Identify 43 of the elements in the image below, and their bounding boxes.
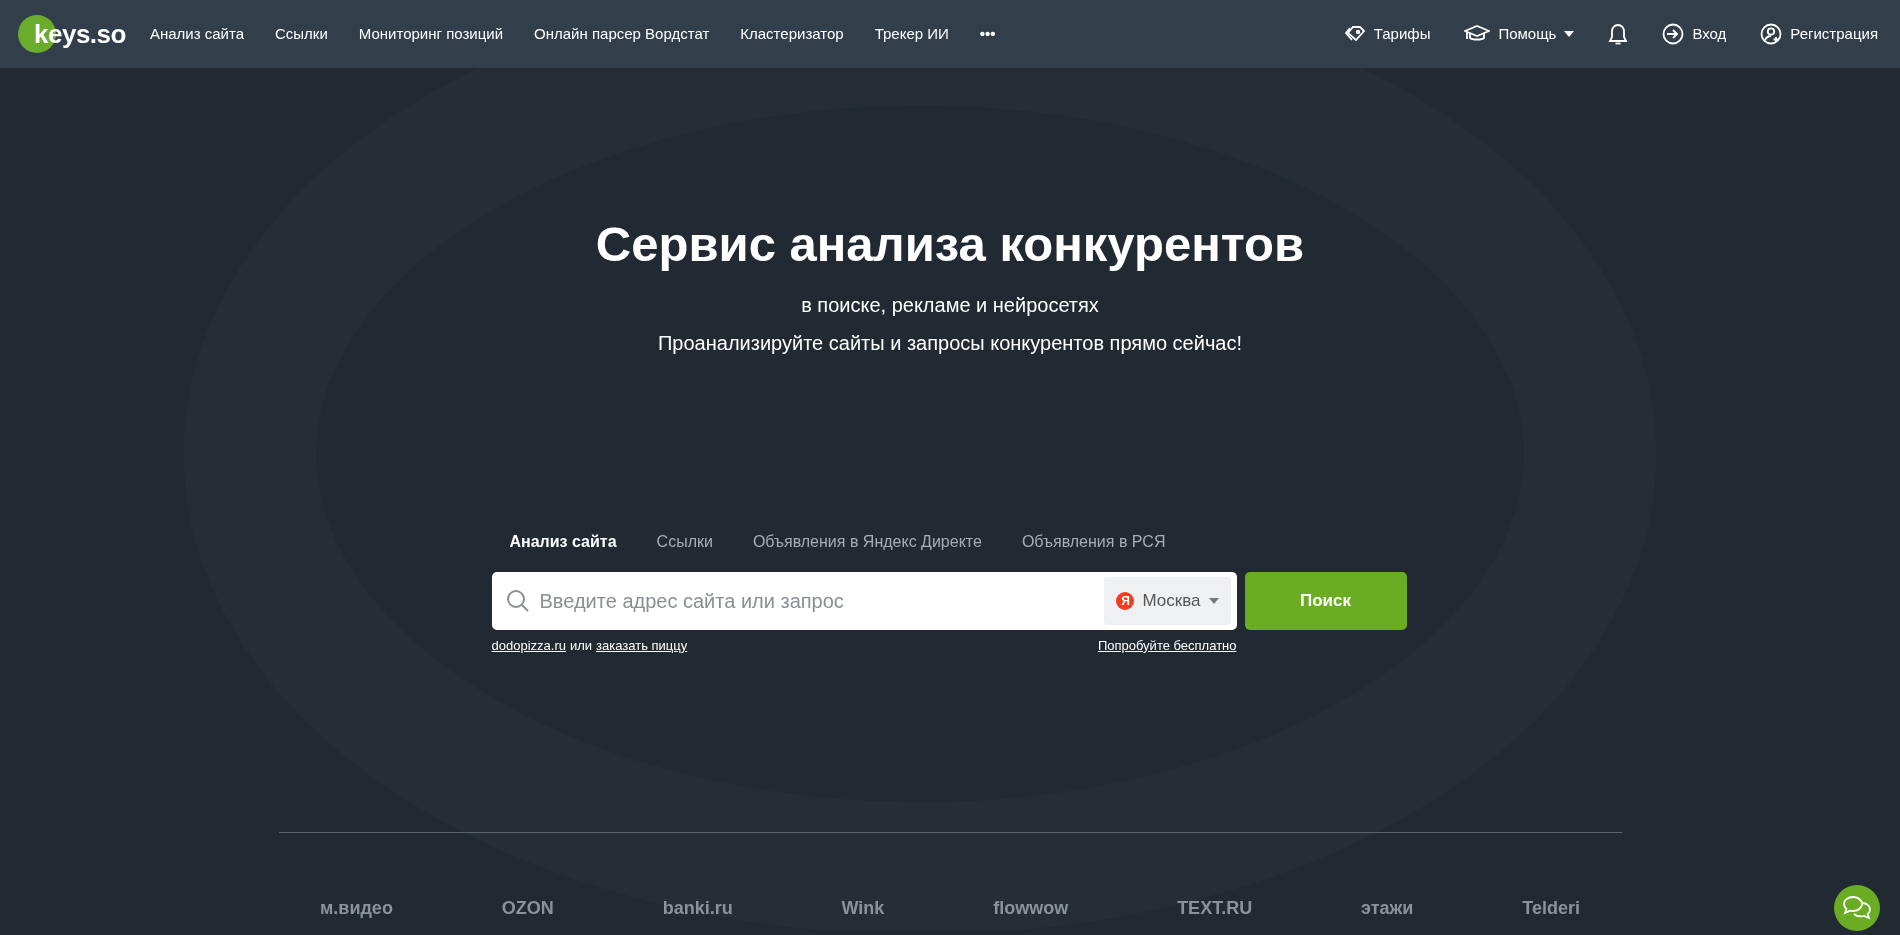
nav-link[interactable]: Помощь [1464, 22, 1575, 46]
trial-link[interactable]: Попробуйте бесплатно [1097, 635, 1237, 656]
chat-button[interactable] [1834, 885, 1880, 931]
example-link[interactable]: dodopizza.ru [491, 635, 566, 656]
nav-link[interactable]: Анализ сайта [149, 22, 244, 46]
notification-bell-icon[interactable] [1608, 22, 1629, 46]
client-logo: flowwow [993, 897, 1069, 921]
nav-link[interactable]: Регистрация [1760, 22, 1878, 46]
client-logo: м.видео [320, 897, 393, 921]
client-logo: OZON [501, 897, 554, 921]
chat-bubbles-icon [1842, 895, 1872, 921]
more-menu-button[interactable]: ••• [979, 22, 996, 46]
search-tab[interactable]: Объявления в РСЯ [1021, 529, 1166, 554]
client-logo: TEXT.RU [1177, 897, 1253, 921]
nav-link[interactable]: Вход [1662, 22, 1727, 46]
region-dropdown[interactable]: Я Москва [1104, 576, 1231, 625]
search-tab[interactable]: Ссылки [656, 529, 713, 554]
client-logo: Wink [841, 897, 885, 921]
graduation-cap-icon [1464, 25, 1491, 43]
caret-icon [1208, 597, 1219, 604]
logo[interactable]: keys.so [18, 14, 126, 54]
search-field[interactable]: Введите адрес сайта или запрос Я Москва [491, 571, 1237, 630]
or-text: или [569, 636, 593, 655]
search-tab[interactable]: Анализ сайта [509, 529, 617, 554]
hero-tagline: Проанализируйте сайты и запросы конкурентов прямо сейчас! [657, 330, 1243, 356]
client-logo: этажи [1361, 897, 1414, 921]
client-logo: banki.ru [662, 897, 733, 921]
hero-subtitle: в поиске, рекламе и нейросетях [800, 292, 1100, 318]
nav-link[interactable]: Ссылки [275, 22, 328, 46]
nav-link[interactable]: Онлайн парсер Вордстат [534, 22, 710, 46]
nav-link[interactable]: Мониторинг позиций [358, 22, 504, 46]
client-logo: Telderi [1522, 897, 1580, 921]
search-tab[interactable]: Объявления в Яндекс Директе [752, 529, 982, 554]
yandex-logo-icon: Я [1116, 591, 1135, 610]
example-link[interactable]: заказать пиццу [596, 635, 688, 656]
nav-link[interactable]: Тарифы [1343, 22, 1431, 46]
user-add-icon [1760, 23, 1783, 45]
hero-title: Сервис анализа конкурентов [594, 218, 1306, 272]
login-icon [1662, 23, 1685, 45]
nav-link[interactable]: Кластеризатор [740, 22, 844, 46]
tags-icon [1343, 25, 1366, 43]
search-icon [505, 588, 530, 613]
nav-link[interactable]: Трекер ИИ [874, 22, 949, 46]
